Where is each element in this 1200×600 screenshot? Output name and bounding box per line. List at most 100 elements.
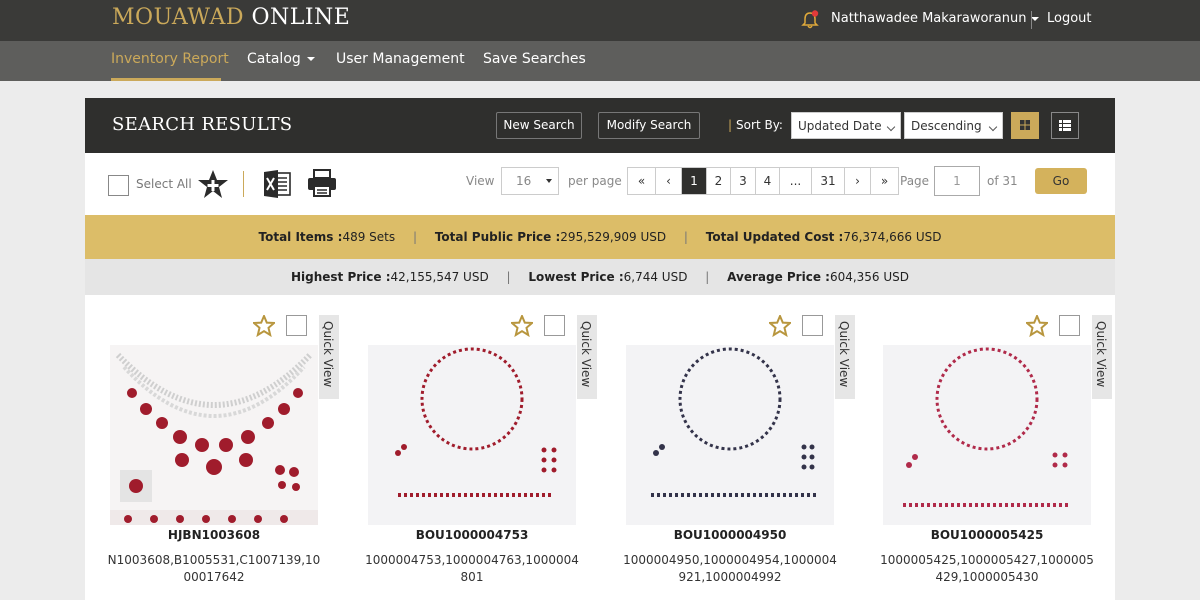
sort-field-value: Updated Date	[798, 119, 882, 133]
bell-icon[interactable]	[801, 10, 819, 30]
product-card[interactable]: Quick View BOU1000004950 1000004950,1000…	[623, 311, 866, 600]
product-code[interactable]: BOU1000004753	[364, 528, 580, 542]
card-checkbox[interactable]	[802, 315, 823, 336]
quick-view-label: Quick View	[1094, 321, 1108, 388]
product-card[interactable]: Quick View BOU1000005425 1000005425,1000…	[880, 311, 1123, 600]
total-items-label: Total Items :	[258, 230, 343, 244]
page-3[interactable]: 3	[731, 168, 756, 194]
product-image[interactable]	[883, 345, 1091, 525]
grid-icon	[1020, 120, 1030, 130]
product-items: 1000005425,1000005427,1000005429,1000005…	[880, 553, 1094, 584]
lowest-price-value: 6,744 USD	[623, 270, 688, 284]
product-image[interactable]	[368, 345, 576, 525]
card-checkbox[interactable]	[1059, 315, 1080, 336]
price-stats-bar: Highest Price :42,155,547 USD | Lowest P…	[85, 259, 1115, 295]
quick-view-button[interactable]: Quick View	[1092, 315, 1112, 399]
page-first[interactable]: «	[628, 168, 656, 194]
star-icon[interactable]	[769, 315, 791, 337]
add-favorite-icon[interactable]	[197, 169, 229, 199]
quick-view-label: Quick View	[321, 321, 335, 388]
page-number-input[interactable]: 1	[934, 166, 980, 196]
total-public-price-value: 295,529,909 USD	[560, 230, 667, 244]
product-card[interactable]: Quick View BOU1000004753 1000004753,1000…	[365, 311, 608, 600]
nav-save-searches[interactable]: Save Searches	[483, 51, 586, 67]
product-image[interactable]	[626, 345, 834, 525]
nav-catalog-label: Catalog	[247, 51, 301, 67]
page-1[interactable]: 1	[682, 168, 707, 194]
total-updated-cost-value: 76,374,666 USD	[843, 230, 942, 244]
product-items: N1003608,B1005531,C1007139,1000017642	[107, 553, 321, 584]
divider	[1031, 11, 1032, 29]
go-button[interactable]: Go	[1035, 168, 1087, 194]
page-next[interactable]: ›	[845, 168, 871, 194]
top-bar: MOUAWAD ONLINE Natthawadee Makaraworanun…	[0, 0, 1200, 41]
per-page-select[interactable]: 16	[501, 167, 559, 195]
logout-link[interactable]: Logout	[1047, 11, 1092, 26]
results-toolbar: Select All View 16 per page « ‹ 1 2 3 4 …	[85, 153, 1115, 215]
quick-view-label: Quick View	[837, 321, 851, 388]
page-ellipsis: ...	[780, 168, 812, 194]
page-count-label: of 31	[987, 174, 1018, 188]
sort-order-select[interactable]: Descending	[904, 112, 1003, 139]
page-last[interactable]: »	[871, 168, 898, 194]
chevron-down-icon	[306, 57, 315, 61]
quick-view-button[interactable]: Quick View	[835, 315, 855, 399]
brand-name-part2: ONLINE	[251, 5, 351, 30]
view-label: View	[466, 174, 495, 188]
totals-bar: Total Items :489 Sets | Total Public Pri…	[85, 215, 1115, 259]
grid-view-button[interactable]	[1011, 112, 1039, 139]
page-prev[interactable]: ‹	[656, 168, 682, 194]
excel-export-icon[interactable]	[262, 169, 292, 199]
page-4[interactable]: 4	[756, 168, 780, 194]
per-page-value: 16	[516, 174, 532, 188]
total-updated-cost-label: Total Updated Cost :	[705, 230, 844, 244]
user-name: Natthawadee Makaraworanun	[831, 11, 1027, 26]
results-header: SEARCH RESULTS New Search Modify Search …	[85, 98, 1115, 153]
nav-catalog[interactable]: Catalog	[247, 51, 315, 67]
page-2[interactable]: 2	[707, 168, 731, 194]
sort-order-value: Descending	[911, 119, 982, 133]
main-nav: Inventory Report Catalog User Management…	[0, 41, 1200, 81]
user-menu[interactable]: Natthawadee Makaraworanun	[831, 11, 1040, 26]
average-price-value: 604,356 USD	[829, 270, 910, 284]
modify-search-button[interactable]: Modify Search	[598, 112, 700, 139]
highest-price-label: Highest Price :	[290, 270, 391, 284]
brand-logo[interactable]: MOUAWAD ONLINE	[112, 5, 350, 30]
divider	[243, 171, 244, 197]
list-view-button[interactable]	[1051, 112, 1079, 139]
product-items: 1000004753,1000004763,1000004801	[365, 553, 579, 584]
chevron-down-icon	[886, 122, 896, 132]
product-code[interactable]: BOU1000004950	[622, 528, 838, 542]
active-nav-indicator	[111, 78, 221, 81]
page-label: Page	[900, 174, 930, 188]
page-31[interactable]: 31	[812, 168, 845, 194]
total-items-value: 489 Sets	[342, 230, 396, 244]
average-price-label: Average Price :	[727, 270, 830, 284]
sort-field-select[interactable]: Updated Date	[791, 112, 901, 139]
nav-inventory-report[interactable]: Inventory Report	[111, 51, 229, 67]
product-code[interactable]: HJBN1003608	[106, 528, 322, 542]
card-checkbox[interactable]	[544, 315, 565, 336]
product-image[interactable]	[110, 345, 318, 525]
product-code[interactable]: BOU1000005425	[879, 528, 1095, 542]
card-checkbox[interactable]	[286, 315, 307, 336]
chevron-down-icon	[1031, 16, 1040, 21]
quick-view-button[interactable]: Quick View	[319, 315, 339, 399]
product-card[interactable]: Quick View HJBN1003608 N1003608,B1005531…	[108, 311, 350, 600]
star-icon[interactable]	[1026, 315, 1048, 337]
total-public-price-label: Total Public Price :	[434, 230, 561, 244]
quick-view-label: Quick View	[579, 321, 593, 388]
new-search-button[interactable]: New Search	[496, 112, 582, 139]
lowest-price-label: Lowest Price :	[528, 270, 624, 284]
highest-price-value: 42,155,547 USD	[390, 270, 489, 284]
star-icon[interactable]	[511, 315, 533, 337]
quick-view-button[interactable]: Quick View	[577, 315, 597, 399]
star-icon[interactable]	[253, 315, 275, 337]
select-all-checkbox[interactable]	[108, 175, 129, 196]
print-icon[interactable]	[306, 168, 338, 198]
product-items: 1000004950,1000004954,1000004921,1000004…	[623, 553, 837, 584]
select-all-label: Select All	[136, 177, 192, 191]
nav-user-management[interactable]: User Management	[336, 51, 465, 67]
results-panel: SEARCH RESULTS New Search Modify Search …	[85, 98, 1115, 600]
pagination: « ‹ 1 2 3 4 ... 31 › »	[627, 167, 899, 195]
